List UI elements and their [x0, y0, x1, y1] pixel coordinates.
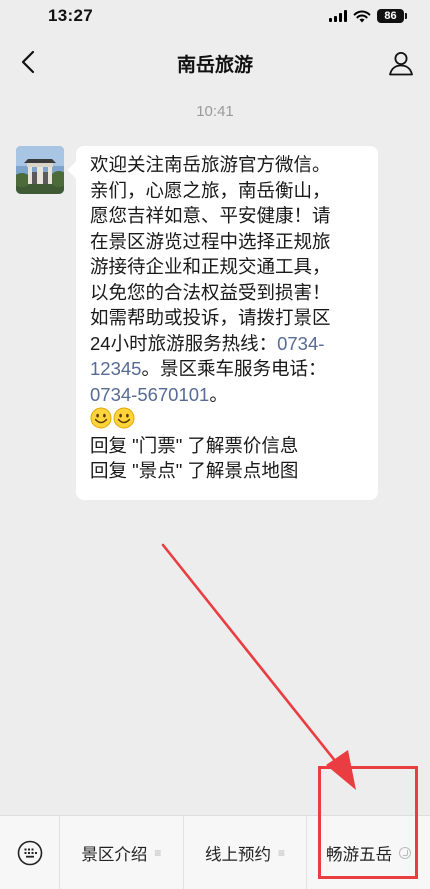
hotline-phone-link[interactable]: 0734- [277, 333, 324, 354]
smile-emoji [113, 407, 135, 429]
message-line: 游接待企业和正规交通工具， [90, 256, 331, 277]
shuttle-phone-link[interactable]: 0734-5670101 [90, 384, 209, 405]
message-line: 愿您吉祥如意、平安健康！请 [90, 205, 331, 226]
message-line: 亲们，心愿之旅，南岳衡山， [90, 179, 331, 201]
account-avatar[interactable] [16, 146, 64, 194]
message-line: 如需帮助或投诉，请拨打景区 [90, 307, 331, 328]
keyboard-icon [17, 840, 42, 865]
message-line: 欢迎关注南岳旅游官方微信。 [90, 154, 331, 175]
wifi-icon [353, 10, 371, 22]
chat-title: 南岳旅游 [176, 54, 253, 76]
shuttle-label: 。景区乘车服务电话： [141, 358, 327, 379]
menu-online-booking[interactable]: 线上预约 ≡ [184, 815, 308, 889]
person-icon [389, 52, 413, 76]
chat-header: 南岳旅游 [0, 32, 430, 94]
gate-avatar-image [16, 146, 64, 194]
message-line: 0734-5670101。 [90, 382, 368, 408]
signal-icon [329, 10, 347, 22]
hotline-phone-link-cont[interactable]: 12345 [90, 358, 141, 379]
menu-label: 线上预约 [205, 845, 271, 864]
back-button[interactable] [12, 46, 44, 78]
menu-scenic-intro[interactable]: 景区介绍 ≡ [60, 815, 184, 889]
chevron-left-icon [21, 50, 35, 74]
message-line: 12345。景区乘车服务电话： [90, 356, 368, 382]
status-bar: 13:27 86 [0, 0, 430, 32]
menu-list-icon: ≡ [154, 845, 162, 860]
period: 。 [209, 383, 228, 405]
reply-hint-scenic-spots: 回复 "景点" 了解景点地图 [90, 460, 299, 481]
emoji-line [90, 407, 368, 433]
annotation-highlight-box [318, 766, 418, 879]
menu-list-icon: ≡ [278, 845, 286, 860]
message-line: 在景区游览过程中选择正规旅 [90, 230, 331, 252]
battery-icon: 86 [377, 9, 407, 23]
hotline-label: 24小时旅游服务热线： [90, 332, 278, 354]
menu-label: 景区介绍 [81, 845, 148, 864]
welcome-message: 欢迎关注南岳旅游官方微信。 亲们，心愿之旅，南岳衡山， 愿您吉祥如意、平安健康！… [76, 146, 378, 500]
status-time: 13:27 [48, 6, 93, 25]
smile-emoji [90, 407, 112, 429]
keyboard-toggle-button[interactable] [0, 815, 60, 889]
message-timestamp: 10:41 [196, 103, 234, 120]
reply-hint-tickets: 回复 "门票" 了解票价信息 [90, 434, 299, 456]
status-icons: 86 [329, 9, 407, 23]
profile-button[interactable] [384, 46, 418, 80]
message-line: 以免您的合法权益受到损害！ [90, 281, 331, 303]
message-line: 24小时旅游服务热线：0734- [90, 331, 368, 357]
